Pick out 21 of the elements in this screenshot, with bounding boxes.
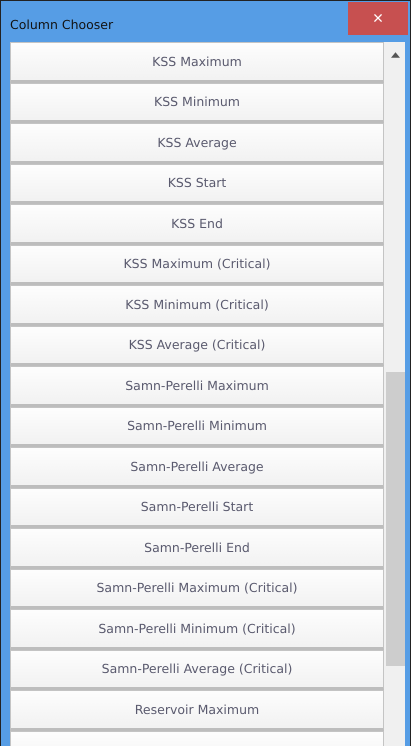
- column-button[interactable]: Samn-Perelli Average (Critical): [10, 650, 384, 690]
- column-button[interactable]: Samn-Perelli Minimum: [10, 406, 384, 447]
- scroll-thumb[interactable]: [386, 372, 405, 666]
- scroll-up-icon[interactable]: [391, 52, 400, 58]
- column-button[interactable]: KSS Minimum: [10, 82, 384, 123]
- column-button[interactable]: Samn-Perelli Maximum: [10, 366, 384, 406]
- window-title: Column Chooser: [10, 17, 114, 32]
- column-button[interactable]: Samn-Perelli Average: [10, 447, 384, 488]
- column-button[interactable]: KSS Maximum: [10, 42, 384, 82]
- column-button[interactable]: KSS Minimum (Critical): [10, 285, 384, 326]
- column-button[interactable]: KSS Average (Critical): [10, 326, 384, 366]
- column-button[interactable]: Samn-Perelli Maximum (Critical): [10, 568, 384, 609]
- column-button[interactable]: KSS Start: [10, 164, 384, 204]
- column-button[interactable]: KSS Average: [10, 123, 384, 164]
- close-button[interactable]: ×: [348, 2, 408, 35]
- column-button[interactable]: Reservoir Maximum: [10, 690, 384, 730]
- column-button[interactable]: Samn-Perelli Start: [10, 488, 384, 528]
- column-button[interactable]: KSS Maximum (Critical): [10, 244, 384, 285]
- column-button[interactable]: Samn-Perelli End: [10, 528, 384, 568]
- column-button[interactable]: Samn-Perelli Minimum (Critical): [10, 609, 384, 650]
- column-button[interactable]: KSS End: [10, 204, 384, 244]
